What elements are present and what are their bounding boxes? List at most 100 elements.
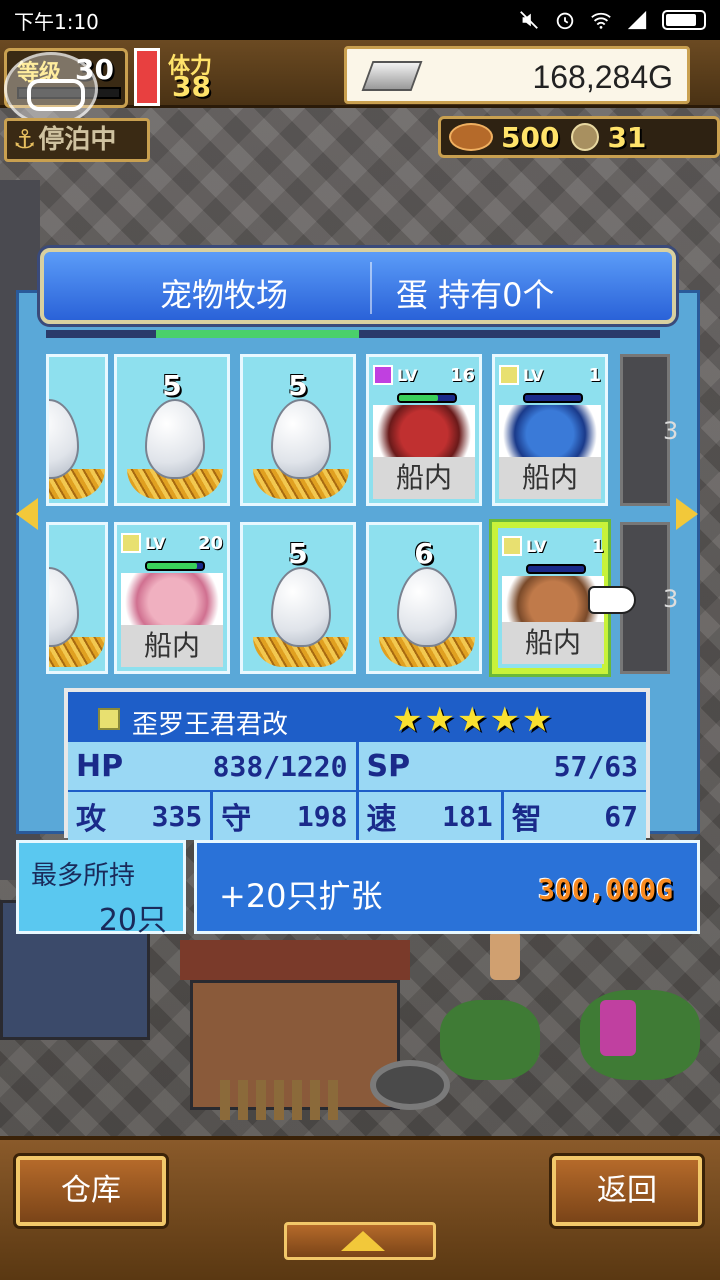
bg-roof [180, 940, 410, 980]
pet-header: LV 20 [121, 529, 223, 557]
title-divider [370, 262, 372, 314]
bg-villager [490, 930, 520, 980]
resource-1-value: 500 [501, 120, 560, 154]
hp-value: 838/1220 [212, 749, 348, 783]
def-label: 守 [221, 802, 252, 837]
stat-int: 智 67 [503, 792, 646, 840]
dialog-title: 宠物牧场 [160, 276, 289, 314]
mute-icon [520, 11, 538, 29]
capacity-value: 20只 [98, 903, 167, 938]
bg-well [370, 1060, 450, 1110]
stat-atk: 攻 335 [68, 792, 214, 840]
egg-count: 蛋 持有0个 [396, 276, 555, 314]
egg-icon [145, 399, 205, 479]
egg-icon [49, 399, 79, 479]
pet-header: LV 1 [499, 361, 601, 389]
atk-value: 335 [151, 799, 203, 833]
anchor-icon: ⚓ [13, 125, 37, 155]
silver-bar-icon [361, 61, 423, 91]
warehouse-button[interactable]: 仓库 [16, 1156, 166, 1226]
resource-panel: 500 31 [438, 116, 720, 158]
pet-header: LV 1 [502, 532, 604, 560]
rank-badge-icon [499, 365, 519, 385]
gamepad-overlay-icon[interactable] [4, 52, 98, 126]
pet-location: 船内 [502, 622, 604, 664]
pet-slot[interactable]: LV 1 船内 [492, 354, 608, 506]
pet-hp-bar [526, 564, 586, 574]
expand-menu-button[interactable] [284, 1222, 436, 1260]
pet-slot[interactable]: LV 20 船内 [114, 522, 230, 674]
egg-slot[interactable]: 5 [46, 522, 108, 674]
def-value: 198 [296, 799, 348, 833]
egg-icon [397, 567, 457, 647]
egg-hatch-count: 5 [288, 369, 308, 402]
egg-slot[interactable]: 5 [114, 354, 230, 506]
signal-icon [627, 10, 647, 30]
bg-tree [440, 1000, 540, 1080]
status-time: 下午1:10 [14, 9, 99, 34]
pet-info-panel: 歪罗王君君改 ★★★★★ HP 838/1220 SP 57/63 攻 335 … [64, 688, 650, 840]
pet-level: 20 [197, 532, 223, 554]
rank-badge-icon [373, 365, 393, 385]
lv-label: LV [397, 365, 418, 385]
scroll-left-arrow-icon[interactable] [16, 498, 38, 530]
pet-location: 船内 [373, 457, 475, 499]
pet-hp-bar [397, 393, 457, 403]
lv-label: LV [523, 365, 544, 385]
stamina-bar [134, 48, 160, 106]
capacity-box: 最多所持 20只 [16, 840, 186, 938]
capacity-label: 最多所持 [31, 861, 136, 891]
wifi-icon [591, 12, 611, 29]
stat-row-hp-sp: HP 838/1220 SP 57/63 [68, 742, 646, 790]
locked-slot-text: 3 [663, 585, 679, 613]
expand-cost: 300,000G [538, 873, 673, 906]
stat-sp: SP 57/63 [358, 742, 646, 790]
pointer-hand-icon [588, 586, 636, 614]
spd-label: 速 [366, 802, 397, 837]
alarm-icon [556, 12, 574, 30]
egg-hatch-count: 5 [162, 369, 182, 402]
rank-badge-icon [121, 533, 141, 553]
stamina-value: 38 [172, 70, 211, 103]
pet-location: 船内 [499, 457, 601, 499]
pet-level: 1 [588, 364, 601, 386]
pet-slot[interactable]: LV 16 船内 [366, 354, 482, 506]
expand-label: +20只扩张 [219, 877, 383, 915]
sp-label: SP [366, 748, 411, 784]
scroll-thumb[interactable] [156, 330, 359, 338]
up-arrow-icon [341, 1231, 385, 1251]
egg-hatch-count: 5 [46, 537, 47, 570]
pet-level: 16 [449, 364, 475, 386]
egg-hatch-count: 6 [414, 537, 434, 570]
locked-slot[interactable]: 3 [620, 354, 678, 506]
egg-slot[interactable]: 5 [46, 354, 108, 506]
pet-sprite [499, 405, 601, 463]
resource-2-value: 31 [607, 120, 647, 154]
egg-slot[interactable]: 5 [240, 354, 356, 506]
hp-label: HP [76, 748, 124, 784]
egg-hatch-count: 5 [288, 537, 308, 570]
spd-value: 181 [442, 799, 493, 833]
egg-slot[interactable]: 5 [240, 522, 356, 674]
scroll-right-arrow-icon[interactable] [676, 498, 698, 530]
expand-button[interactable]: +20只扩张 300,000G [194, 840, 700, 934]
gold-value: 168,284G [532, 59, 673, 95]
back-button[interactable]: 返回 [552, 1156, 702, 1226]
rank-badge-icon [98, 708, 120, 730]
lv-label: LV [526, 536, 547, 556]
pet-sprite [121, 573, 223, 631]
pet-hp-bar [145, 561, 205, 571]
egg-icon [49, 567, 79, 647]
egg-slot[interactable]: 6 [366, 522, 482, 674]
stat-spd: 速 181 [358, 792, 504, 840]
lv-label: LV [145, 533, 166, 553]
bg-villager [600, 1000, 636, 1056]
stat-def: 守 198 [213, 792, 359, 840]
dialog-title-bar: 宠物牧场 蛋 持有0个 [40, 248, 676, 324]
pet-hp-fill [147, 563, 198, 569]
pet-header: LV 16 [373, 361, 475, 389]
egg-hatch-count: 5 [46, 369, 47, 402]
int-value: 67 [604, 799, 638, 833]
int-label: 智 [511, 802, 542, 837]
atk-label: 攻 [76, 802, 106, 837]
